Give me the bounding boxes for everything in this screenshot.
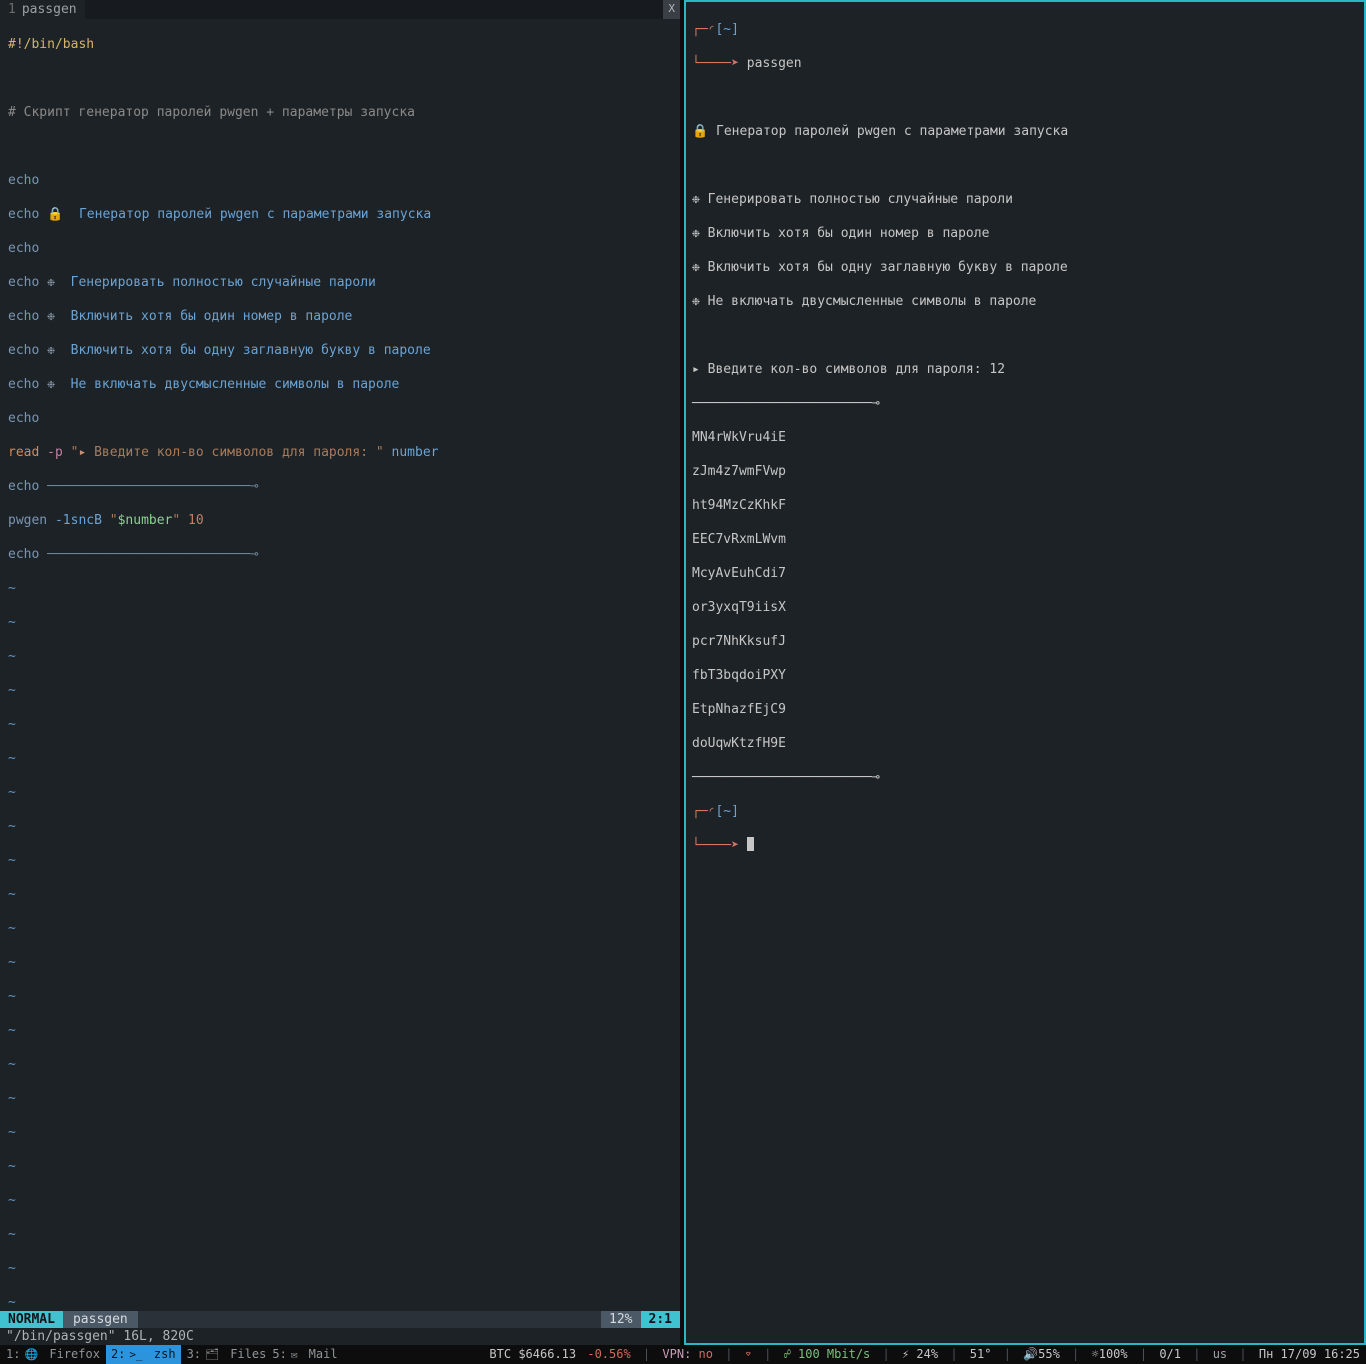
tilde-line: ~ — [8, 580, 672, 597]
opt1: Генерировать полностью случайные пароли — [55, 275, 376, 290]
status-filename: passgen — [63, 1311, 138, 1328]
workspace-2[interactable]: 2:>_ zsh — [106, 1345, 181, 1364]
network-speed: ☍ 100 Mbit/s — [784, 1346, 871, 1363]
password-output: zJm4z7wmFVwp — [692, 463, 1358, 480]
workspace-5[interactable]: 5:✉ Mail — [272, 1346, 337, 1363]
editor-statusbar: NORMAL passgen 12% 2:1 — [0, 1311, 680, 1328]
password-output: or3yxqT9iisX — [692, 599, 1358, 616]
password-output: ht94MzCzKhkF — [692, 497, 1358, 514]
password-output: MN4rWkVru4iE — [692, 429, 1358, 446]
terminal-body[interactable]: ┌─◜[~] └────➤ passgen 🔒 Генератор пароле… — [686, 2, 1364, 890]
brightness-percent: 100% — [1099, 1346, 1128, 1363]
password-output: pcr7NhKksufJ — [692, 633, 1358, 650]
pwgen-cmd: pwgen — [8, 513, 47, 528]
term-input-prompt: Введите кол-во символов для пароля: — [700, 362, 990, 377]
term-opt1: Генерировать полностью случайные пароли — [700, 192, 1013, 207]
editor-tab[interactable]: 1 passgen — [0, 0, 85, 19]
line-shebang: #!/bin/bash — [8, 36, 672, 53]
opt3: Включить хотя бы одну заглавную букву в … — [55, 343, 431, 358]
temperature: 51° — [970, 1346, 992, 1363]
btc-change: -0.56% — [580, 1346, 631, 1363]
read-flag: -p — [47, 445, 63, 460]
lock-icon: 🔒 — [47, 207, 63, 222]
term-title: Генератор паролей pwgen с параметрами за… — [708, 124, 1068, 139]
pwgen-count: 10 — [180, 513, 203, 528]
read-var: number — [384, 445, 439, 460]
vim-mode: NORMAL — [0, 1311, 63, 1328]
arrow-icon: ▸ — [692, 362, 700, 377]
editor-body[interactable]: #!/bin/bash # Скрипт генератор паролей p… — [0, 19, 680, 1345]
prompt-cwd: [~] — [715, 22, 738, 37]
password-output: doUqwKtzfH9E — [692, 735, 1358, 752]
bottom-bar: 1:🌐 Firefox 2:>_ zsh 3:🗂 Files 5:✉ Mail … — [0, 1345, 1366, 1364]
wifi-icon: ⌔ — [745, 1346, 752, 1363]
opt2: Включить хотя бы один номер в пароле — [55, 309, 352, 324]
terminal-pane[interactable]: ┌─◜[~] └────➤ passgen 🔒 Генератор пароле… — [684, 0, 1366, 1345]
workspace-3[interactable]: 3:🗂 Files — [187, 1346, 267, 1363]
script-title: Генератор паролей pwgen с параметрами за… — [63, 207, 431, 222]
term-opt2: Включить хотя бы один номер в пароле — [700, 226, 990, 241]
terminal-command: passgen — [747, 56, 802, 71]
pwgen-flags: -1sncB — [47, 513, 110, 528]
vpn-status: no — [699, 1346, 713, 1363]
tab-filename: passgen — [22, 1, 77, 18]
kw-read: read — [8, 445, 39, 460]
star-icon: ❉ — [692, 192, 700, 207]
password-output: fbT3bqdoiPXY — [692, 667, 1358, 684]
star-icon: ❉ — [47, 275, 55, 290]
prompt-frame-bottom: └────➤ — [692, 56, 747, 71]
term-opt4: Не включать двусмысленные символы в паро… — [700, 294, 1037, 309]
password-output: EEC7vRxmLWvm — [692, 531, 1358, 548]
opt4: Не включать двусмысленные символы в паро… — [55, 377, 399, 392]
volume-percent: 55% — [1038, 1346, 1060, 1363]
keyboard-layout: us — [1213, 1346, 1227, 1363]
datetime: Пн 17/09 16:25 — [1259, 1346, 1360, 1363]
terminal-icon: >_ — [129, 1346, 142, 1363]
terminal-cursor[interactable] — [747, 837, 754, 851]
editor-tabbar: 1 passgen X — [0, 0, 680, 19]
cpu-icon: ⚡ — [902, 1346, 909, 1363]
status-position: 2:1 — [641, 1311, 680, 1328]
password-output: McyAvEuhCdi7 — [692, 565, 1358, 582]
firefox-icon: 🌐 — [24, 1346, 38, 1363]
kw-echo: echo — [8, 173, 39, 188]
status-percent: 12% — [601, 1311, 640, 1328]
term-opt3: Включить хотя бы одну заглавную букву в … — [700, 260, 1068, 275]
btc-price: BTC $6466.13 — [489, 1346, 576, 1363]
brightness-icon: ☼ — [1092, 1346, 1099, 1363]
editor-pane[interactable]: 1 passgen X #!/bin/bash # Скрипт генерат… — [0, 0, 680, 1345]
separator-line: ───────────────────────⊸ — [692, 395, 1358, 412]
read-prompt-text: Введите кол-во символов для пароля: — [86, 445, 376, 460]
vim-cmdline[interactable]: "/bin/passgen" 16L, 820C — [0, 1328, 680, 1345]
line-comment: # Скрипт генератор паролей pwgen + парам… — [8, 104, 672, 121]
workspace-1[interactable]: 1:🌐 Firefox — [6, 1346, 100, 1363]
password-output: EtpNhazfEjC9 — [692, 701, 1358, 718]
mail-icon: ✉ — [291, 1346, 298, 1363]
updates: 0/1 — [1159, 1346, 1181, 1363]
prompt-frame-top: ┌─◜ — [692, 22, 715, 37]
vpn-label: VPN: — [662, 1346, 698, 1363]
files-icon: 🗂 — [205, 1346, 219, 1363]
tab-close-button[interactable]: X — [663, 0, 680, 19]
lock-icon: 🔒 — [692, 124, 708, 139]
volume-icon: 🔊 — [1023, 1346, 1038, 1363]
cpu-percent: 24% — [909, 1346, 938, 1363]
pwgen-var: $number — [118, 513, 173, 528]
tab-index: 1 — [8, 1, 16, 18]
term-input-value: 12 — [989, 362, 1005, 377]
separator-line: ──────────────────────────⊸ — [47, 479, 258, 494]
